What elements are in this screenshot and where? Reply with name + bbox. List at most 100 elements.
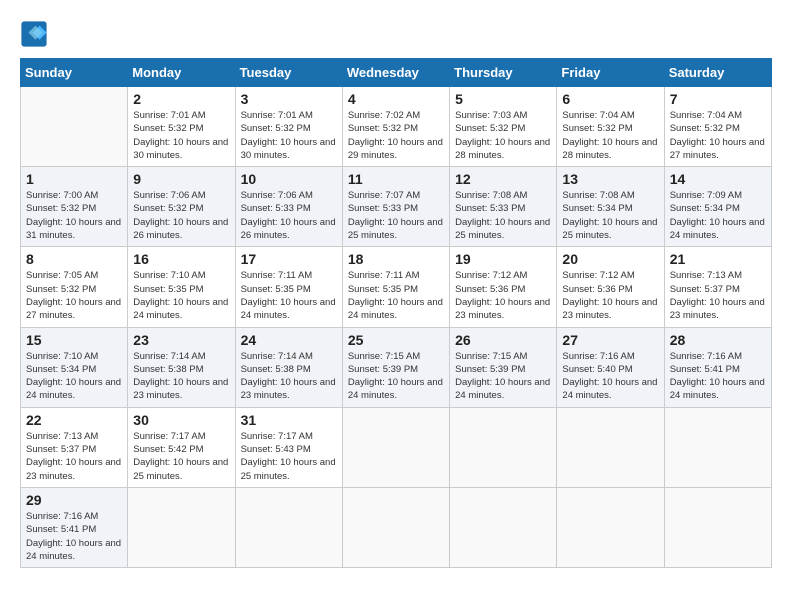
day-number: 19 bbox=[455, 251, 551, 267]
day-info: Sunrise: 7:16 AM Sunset: 5:41 PM Dayligh… bbox=[26, 510, 122, 563]
calendar-cell: 29 Sunrise: 7:16 AM Sunset: 5:41 PM Dayli… bbox=[21, 487, 128, 567]
day-number: 7 bbox=[670, 91, 766, 107]
calendar-cell: 3 Sunrise: 7:01 AM Sunset: 5:32 PM Daylig… bbox=[235, 87, 342, 167]
calendar-cell: 28 Sunrise: 7:16 AM Sunset: 5:41 PM Dayli… bbox=[664, 327, 771, 407]
day-number: 29 bbox=[26, 492, 122, 508]
day-info: Sunrise: 7:04 AM Sunset: 5:32 PM Dayligh… bbox=[670, 109, 766, 162]
calendar-cell bbox=[342, 407, 449, 487]
day-info: Sunrise: 7:11 AM Sunset: 5:35 PM Dayligh… bbox=[348, 269, 444, 322]
day-number: 17 bbox=[241, 251, 337, 267]
calendar-cell: 11 Sunrise: 7:07 AM Sunset: 5:33 PM Dayli… bbox=[342, 167, 449, 247]
calendar-cell: 14 Sunrise: 7:09 AM Sunset: 5:34 PM Dayli… bbox=[664, 167, 771, 247]
day-number: 20 bbox=[562, 251, 658, 267]
calendar-cell: 21Sunrise: 7:13 AM Sunset: 5:37 PM Dayli… bbox=[664, 247, 771, 327]
day-number: 14 bbox=[670, 171, 766, 187]
day-info: Sunrise: 7:16 AM Sunset: 5:40 PM Dayligh… bbox=[562, 350, 658, 403]
day-number: 9 bbox=[133, 171, 229, 187]
day-info: Sunrise: 7:15 AM Sunset: 5:39 PM Dayligh… bbox=[455, 350, 551, 403]
day-number: 26 bbox=[455, 332, 551, 348]
day-info: Sunrise: 7:14 AM Sunset: 5:38 PM Dayligh… bbox=[241, 350, 337, 403]
calendar-cell bbox=[342, 487, 449, 567]
calendar-week-row: 2 Sunrise: 7:01 AM Sunset: 5:32 PM Daylig… bbox=[21, 87, 772, 167]
day-number: 24 bbox=[241, 332, 337, 348]
day-info: Sunrise: 7:17 AM Sunset: 5:42 PM Dayligh… bbox=[133, 430, 229, 483]
weekday-header: Saturday bbox=[664, 59, 771, 87]
day-info: Sunrise: 7:13 AM Sunset: 5:37 PM Dayligh… bbox=[26, 430, 122, 483]
calendar-cell bbox=[450, 487, 557, 567]
calendar-cell bbox=[557, 407, 664, 487]
day-info: Sunrise: 7:08 AM Sunset: 5:33 PM Dayligh… bbox=[455, 189, 551, 242]
weekday-header: Thursday bbox=[450, 59, 557, 87]
day-info: Sunrise: 7:15 AM Sunset: 5:39 PM Dayligh… bbox=[348, 350, 444, 403]
day-info: Sunrise: 7:12 AM Sunset: 5:36 PM Dayligh… bbox=[455, 269, 551, 322]
calendar-cell: 9 Sunrise: 7:06 AM Sunset: 5:32 PM Daylig… bbox=[128, 167, 235, 247]
calendar-cell bbox=[21, 87, 128, 167]
day-number: 12 bbox=[455, 171, 551, 187]
day-info: Sunrise: 7:16 AM Sunset: 5:41 PM Dayligh… bbox=[670, 350, 766, 403]
calendar-cell bbox=[557, 487, 664, 567]
calendar-cell: 16Sunrise: 7:10 AM Sunset: 5:35 PM Dayli… bbox=[128, 247, 235, 327]
day-number: 18 bbox=[348, 251, 444, 267]
day-info: Sunrise: 7:11 AM Sunset: 5:35 PM Dayligh… bbox=[241, 269, 337, 322]
day-number: 25 bbox=[348, 332, 444, 348]
calendar-table: SundayMondayTuesdayWednesdayThursdayFrid… bbox=[20, 58, 772, 568]
calendar-cell: 8 Sunrise: 7:05 AM Sunset: 5:32 PM Daylig… bbox=[21, 247, 128, 327]
calendar-cell: 24 Sunrise: 7:14 AM Sunset: 5:38 PM Dayli… bbox=[235, 327, 342, 407]
calendar-cell bbox=[664, 487, 771, 567]
calendar-cell: 25 Sunrise: 7:15 AM Sunset: 5:39 PM Dayli… bbox=[342, 327, 449, 407]
calendar-cell: 7 Sunrise: 7:04 AM Sunset: 5:32 PM Daylig… bbox=[664, 87, 771, 167]
weekday-header: Sunday bbox=[21, 59, 128, 87]
calendar-cell bbox=[664, 407, 771, 487]
day-info: Sunrise: 7:13 AM Sunset: 5:37 PM Dayligh… bbox=[670, 269, 766, 322]
weekday-header: Friday bbox=[557, 59, 664, 87]
day-number: 3 bbox=[241, 91, 337, 107]
day-info: Sunrise: 7:10 AM Sunset: 5:35 PM Dayligh… bbox=[133, 269, 229, 322]
calendar-cell: 30Sunrise: 7:17 AM Sunset: 5:42 PM Dayli… bbox=[128, 407, 235, 487]
day-info: Sunrise: 7:06 AM Sunset: 5:33 PM Dayligh… bbox=[241, 189, 337, 242]
day-number: 11 bbox=[348, 171, 444, 187]
day-info: Sunrise: 7:09 AM Sunset: 5:34 PM Dayligh… bbox=[670, 189, 766, 242]
day-info: Sunrise: 7:08 AM Sunset: 5:34 PM Dayligh… bbox=[562, 189, 658, 242]
day-number: 8 bbox=[26, 251, 122, 267]
calendar-cell: 27Sunrise: 7:16 AM Sunset: 5:40 PM Dayli… bbox=[557, 327, 664, 407]
day-number: 1 bbox=[26, 171, 122, 187]
page-header bbox=[20, 20, 772, 48]
calendar-cell: 15 Sunrise: 7:10 AM Sunset: 5:34 PM Dayli… bbox=[21, 327, 128, 407]
calendar-cell bbox=[128, 487, 235, 567]
day-info: Sunrise: 7:06 AM Sunset: 5:32 PM Dayligh… bbox=[133, 189, 229, 242]
day-number: 4 bbox=[348, 91, 444, 107]
calendar-week-row: 22 Sunrise: 7:13 AM Sunset: 5:37 PM Dayli… bbox=[21, 407, 772, 487]
calendar-cell bbox=[235, 487, 342, 567]
day-info: Sunrise: 7:04 AM Sunset: 5:32 PM Dayligh… bbox=[562, 109, 658, 162]
day-info: Sunrise: 7:14 AM Sunset: 5:38 PM Dayligh… bbox=[133, 350, 229, 403]
calendar-cell: 1 Sunrise: 7:00 AM Sunset: 5:32 PM Daylig… bbox=[21, 167, 128, 247]
calendar-week-row: 15 Sunrise: 7:10 AM Sunset: 5:34 PM Dayli… bbox=[21, 327, 772, 407]
day-number: 13 bbox=[562, 171, 658, 187]
day-info: Sunrise: 7:02 AM Sunset: 5:32 PM Dayligh… bbox=[348, 109, 444, 162]
day-number: 6 bbox=[562, 91, 658, 107]
calendar-cell: 6 Sunrise: 7:04 AM Sunset: 5:32 PM Daylig… bbox=[557, 87, 664, 167]
day-info: Sunrise: 7:07 AM Sunset: 5:33 PM Dayligh… bbox=[348, 189, 444, 242]
day-info: Sunrise: 7:00 AM Sunset: 5:32 PM Dayligh… bbox=[26, 189, 122, 242]
calendar-cell: 22 Sunrise: 7:13 AM Sunset: 5:37 PM Dayli… bbox=[21, 407, 128, 487]
calendar-header-row: SundayMondayTuesdayWednesdayThursdayFrid… bbox=[21, 59, 772, 87]
day-info: Sunrise: 7:05 AM Sunset: 5:32 PM Dayligh… bbox=[26, 269, 122, 322]
weekday-header: Tuesday bbox=[235, 59, 342, 87]
calendar-cell: 23Sunrise: 7:14 AM Sunset: 5:38 PM Dayli… bbox=[128, 327, 235, 407]
day-info: Sunrise: 7:12 AM Sunset: 5:36 PM Dayligh… bbox=[562, 269, 658, 322]
day-number: 28 bbox=[670, 332, 766, 348]
calendar-week-row: 29 Sunrise: 7:16 AM Sunset: 5:41 PM Dayli… bbox=[21, 487, 772, 567]
day-number: 2 bbox=[133, 91, 229, 107]
calendar-cell: 26 Sunrise: 7:15 AM Sunset: 5:39 PM Dayli… bbox=[450, 327, 557, 407]
calendar-cell: 4 Sunrise: 7:02 AM Sunset: 5:32 PM Daylig… bbox=[342, 87, 449, 167]
calendar-cell: 2Sunrise: 7:01 AM Sunset: 5:32 PM Daylig… bbox=[128, 87, 235, 167]
calendar-cell: 13 Sunrise: 7:08 AM Sunset: 5:34 PM Dayli… bbox=[557, 167, 664, 247]
day-info: Sunrise: 7:10 AM Sunset: 5:34 PM Dayligh… bbox=[26, 350, 122, 403]
day-info: Sunrise: 7:17 AM Sunset: 5:43 PM Dayligh… bbox=[241, 430, 337, 483]
day-info: Sunrise: 7:01 AM Sunset: 5:32 PM Dayligh… bbox=[241, 109, 337, 162]
day-number: 22 bbox=[26, 412, 122, 428]
calendar-cell: 12 Sunrise: 7:08 AM Sunset: 5:33 PM Dayli… bbox=[450, 167, 557, 247]
logo-icon bbox=[20, 20, 48, 48]
calendar-cell: 19 Sunrise: 7:12 AM Sunset: 5:36 PM Dayli… bbox=[450, 247, 557, 327]
day-number: 15 bbox=[26, 332, 122, 348]
